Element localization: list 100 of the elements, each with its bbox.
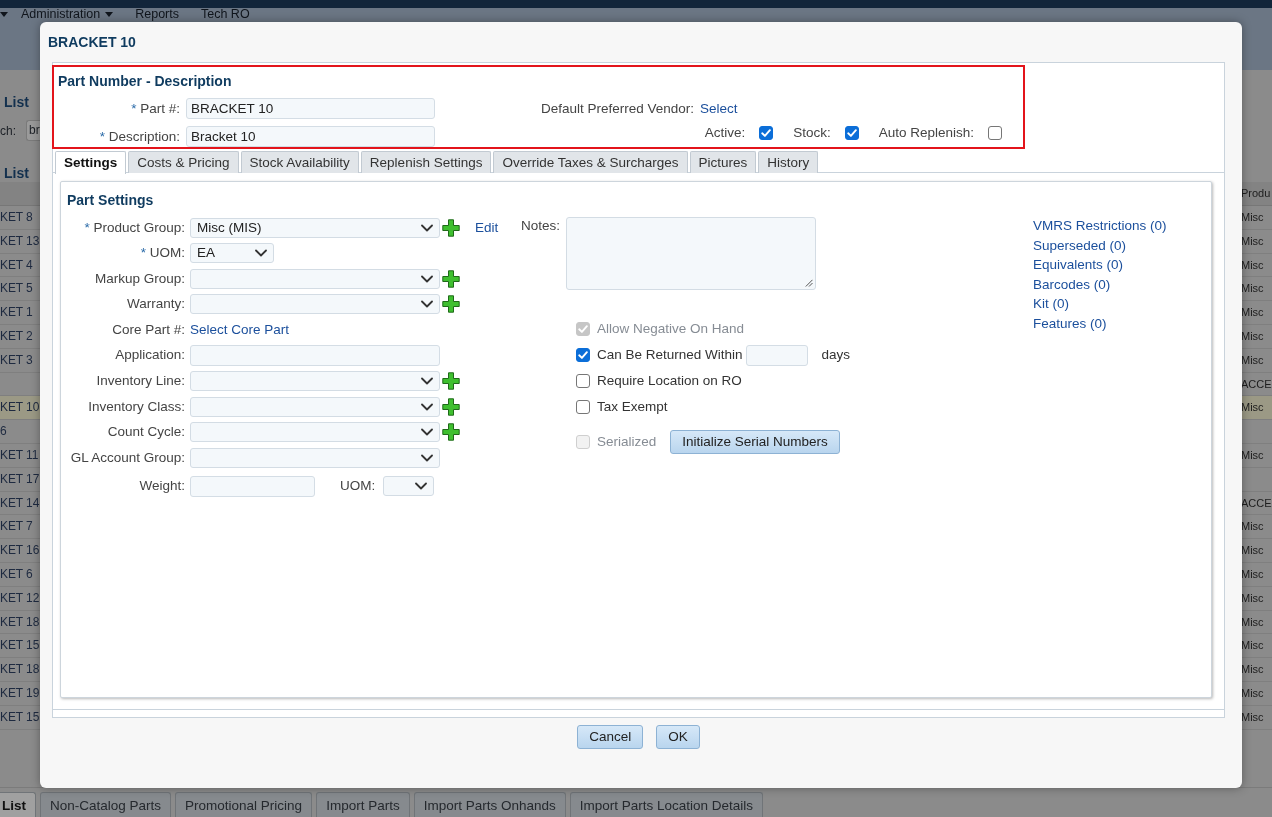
option-label: Can Be Returned Within [597,347,743,363]
chevron-down-icon [421,453,433,462]
option-label: Require Location on RO [597,373,742,389]
link[interactable]: Features (0) [1033,313,1107,334]
tab[interactable]: Import Parts Onhands [413,792,566,817]
tab[interactable]: List [0,792,36,817]
field-label: * Product Group: [84,219,185,236]
tab[interactable]: History [758,151,819,173]
chevron-down-icon [421,300,433,309]
field-label: * UOM: [140,245,185,262]
resize-grip-icon[interactable] [805,279,814,287]
option-label: Serialized [597,434,657,450]
field-label: * Part #: [131,100,180,117]
link[interactable]: Barcodes (0) [1033,274,1111,295]
checkbox[interactable] [988,125,1002,140]
field-label: Application: [115,347,185,364]
table-cell: KET 10 [0,396,40,421]
chevron-down-icon [415,482,428,491]
column-header: Produ [1240,182,1272,206]
field-label: Inventory Line: [96,373,185,390]
plus-icon[interactable] [442,423,460,442]
select-field[interactable] [190,447,440,468]
link[interactable]: Edit [475,219,499,236]
section-title: Part Number - Description [58,73,232,90]
text-field[interactable]: BRACKET 10 [186,98,435,119]
select-field[interactable] [190,294,440,315]
search-field[interactable]: br [26,120,40,141]
field-label: GL Account Group: [70,449,185,466]
field-label: Stock: [793,124,831,141]
field-label: Count Cycle: [107,424,185,441]
text-field[interactable] [190,475,315,497]
tab[interactable]: Replenish Settings [360,151,492,173]
chevron-down-icon [421,223,433,232]
tab[interactable]: Override Taxes & Surcharges [493,151,688,173]
section-title: List [4,165,29,181]
option-label: Tax Exempt [597,399,668,415]
field-label: Warranty: [127,296,185,313]
menu-item[interactable]: Reports [135,8,179,21]
field-label: Notes: [521,218,561,234]
plus-icon[interactable] [442,372,460,391]
link[interactable]: Superseded (0) [1033,235,1127,256]
field-label: Auto Replenish: [878,124,974,141]
tab[interactable]: Costs & Pricing [128,151,239,173]
link[interactable]: Select Core Part [190,321,290,338]
select-field[interactable] [190,422,440,443]
select-field[interactable]: EA [190,243,274,264]
field-label: * Description: [99,128,180,145]
select-field[interactable] [190,268,440,289]
select-field[interactable] [190,371,440,392]
checkbox[interactable] [576,348,590,362]
plus-icon[interactable] [442,397,460,416]
plus-icon[interactable] [442,218,460,237]
select-field[interactable]: Misc (MIS) [190,217,440,238]
checkbox[interactable] [576,400,590,414]
link[interactable]: Kit (0) [1033,294,1069,314]
field-label: Weight: [139,478,185,495]
tab[interactable]: Promotional Pricing [175,792,313,817]
section-title: Part Settings [67,192,154,209]
chevron-down-icon [421,377,433,386]
tab[interactable]: Settings [55,151,127,174]
checkbox[interactable] [844,125,859,140]
tab[interactable]: Stock Availability [240,151,359,173]
notes-field[interactable] [566,217,817,290]
chevron-down-icon [421,402,433,411]
link[interactable]: Select [700,100,738,117]
text-field[interactable]: Bracket 10 [186,126,435,147]
option-label: Allow Negative On Hand [597,321,745,337]
field-label: Markup Group: [94,270,185,287]
field-label: Core Part #: [112,321,185,338]
menu-item[interactable]: Tech RO [201,8,250,21]
plus-icon[interactable] [442,295,460,314]
tab[interactable]: Import Parts [316,792,410,817]
section-title: List [4,94,29,110]
tab[interactable]: Pictures [689,151,757,173]
text-field[interactable] [190,344,440,366]
field-label: Default Preferred Vendor: [541,100,695,117]
select-field[interactable] [190,396,440,417]
field-label: Active: [704,124,746,141]
link[interactable]: Equivalents (0) [1033,255,1124,275]
caret-icon[interactable] [0,12,8,17]
tab[interactable]: Non-Catalog Parts [40,792,172,817]
chevron-down-icon [255,249,267,258]
checkbox[interactable] [759,125,774,140]
dialog-button[interactable]: OK [656,725,700,749]
search-label: ch: [0,123,16,138]
menu-item[interactable]: Administration [21,8,114,21]
field-label: Inventory Class: [88,398,185,415]
dialog-button[interactable]: Cancel [577,725,644,749]
table-cell: Misc [1240,396,1272,421]
tab[interactable]: Import Parts Location Details [569,792,764,817]
checkbox[interactable] [576,374,590,388]
unit-label: days [821,347,851,363]
dialog-title: BRACKET 10 [48,33,136,51]
select-field[interactable] [383,476,435,497]
chevron-down-icon [421,428,433,437]
chevron-down-icon [421,274,433,283]
link[interactable]: VMRS Restrictions (0) [1033,216,1167,236]
text-field[interactable] [745,344,808,366]
field-label: UOM: [340,478,376,495]
plus-icon[interactable] [442,269,460,288]
